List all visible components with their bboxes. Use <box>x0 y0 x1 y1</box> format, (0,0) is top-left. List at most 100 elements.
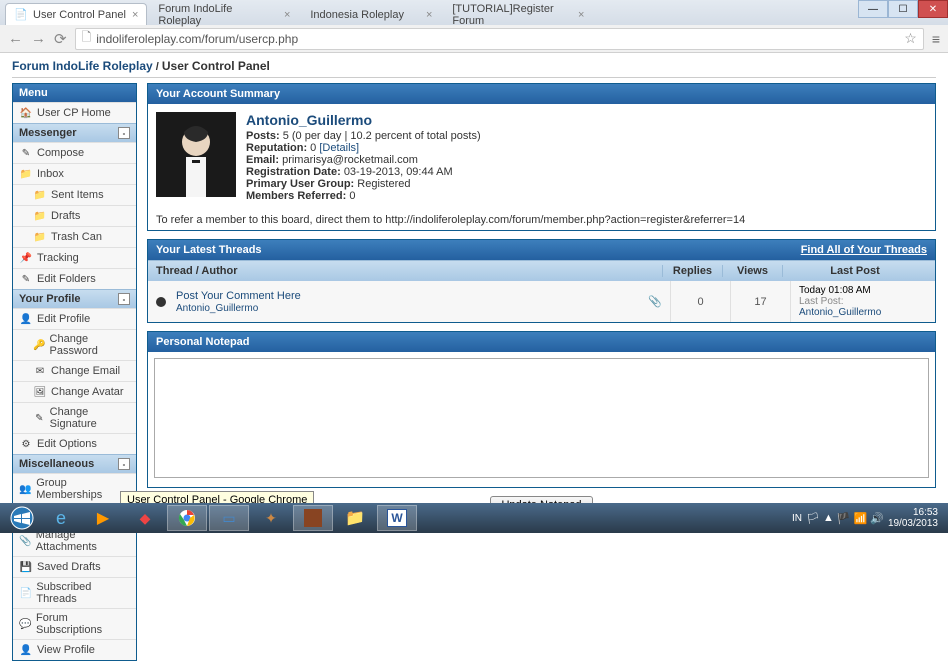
thread-row: Post Your Comment Here Antonio_Guillermo… <box>148 281 935 322</box>
sidebar-item-change-avatar[interactable]: 🖼Change Avatar <box>13 381 136 402</box>
account-summary-panel: Your Account Summary Antonio_Guillermo P… <box>147 83 936 231</box>
sidebar-section-profile[interactable]: Your Profile- <box>13 289 136 308</box>
forward-button[interactable]: → <box>31 30 46 47</box>
folder-icon: 📁 <box>33 230 47 244</box>
bookmark-star-icon[interactable]: ☆ <box>904 30 917 47</box>
page-favicon: 📄 <box>14 8 28 22</box>
window-close-button[interactable]: ✕ <box>918 0 948 18</box>
sidebar-item-edit-options[interactable]: ⚙Edit Options <box>13 433 136 454</box>
taskbar-word[interactable]: W <box>377 505 417 531</box>
personal-notepad-panel: Personal Notepad <box>147 331 936 488</box>
browser-tab[interactable]: Forum IndoLife Roleplay × <box>149 3 299 25</box>
tray-flag-icon[interactable]: 🏳 <box>806 512 820 525</box>
user-icon: 👤 <box>19 643 33 657</box>
sidebar-item-usercp-home[interactable]: 🏠User CP Home <box>13 102 136 123</box>
sidebar-item-inbox[interactable]: 📁Inbox <box>13 163 136 184</box>
globe-icon: 🗋 <box>82 28 92 49</box>
close-tab-icon[interactable]: × <box>126 9 138 21</box>
username-link[interactable]: Antonio_Guillermo <box>246 112 481 128</box>
edit-icon: ✎ <box>19 272 33 286</box>
col-last-post: Last Post <box>782 265 927 277</box>
mail-icon: ✉ <box>33 364 47 378</box>
window-maximize-button[interactable]: ☐ <box>888 0 918 18</box>
close-tab-icon[interactable]: × <box>420 9 432 21</box>
breadcrumb-root-link[interactable]: Forum IndoLife Roleplay <box>12 59 153 73</box>
tray-network-icon[interactable]: 📶 <box>854 512 868 525</box>
thread-last-post: Today 01:08 AM Last Post: Antonio_Guille… <box>790 281 935 322</box>
panel-header: Personal Notepad <box>148 332 935 352</box>
collapse-icon[interactable]: - <box>118 127 130 139</box>
sidebar-item-trash[interactable]: 📁Trash Can <box>13 226 136 247</box>
clip-icon: 📎 <box>19 534 32 548</box>
thread-icon: 📄 <box>19 586 32 600</box>
sidebar-item-group-memberships[interactable]: 👥Group Memberships <box>13 473 136 504</box>
breadcrumb-separator: / <box>156 61 159 73</box>
gear-icon: ⚙ <box>19 437 33 451</box>
browser-tab[interactable]: [TUTORIAL]Register Forum × <box>443 3 593 25</box>
sidebar-item-edit-folders[interactable]: ✎Edit Folders <box>13 268 136 289</box>
taskbar-app-3[interactable]: ✦ <box>251 505 291 531</box>
sidebar-item-forum-subscriptions[interactable]: 💬Forum Subscriptions <box>13 608 136 639</box>
language-indicator[interactable]: IN <box>792 513 802 524</box>
close-tab-icon[interactable]: × <box>278 9 290 21</box>
thread-title-link[interactable]: Post Your Comment Here <box>176 290 301 302</box>
reload-button[interactable]: ⟳ <box>54 30 67 48</box>
tray-notification-icon[interactable]: ▲ <box>823 512 834 525</box>
browser-tab[interactable]: Indonesia Roleplay × <box>301 3 441 25</box>
collapse-icon[interactable]: - <box>118 293 130 305</box>
sidebar-item-view-profile[interactable]: 👤View Profile <box>13 639 136 660</box>
sidebar-item-change-email[interactable]: ✉Change Email <box>13 360 136 381</box>
back-button[interactable]: ← <box>8 30 23 47</box>
key-icon: 🔑 <box>33 338 46 352</box>
tray-volume-icon[interactable]: 🔊 <box>870 512 884 525</box>
sidebar-item-subscribed-threads[interactable]: 📄Subscribed Threads <box>13 577 136 608</box>
last-post-author-link[interactable]: Antonio_Guillermo <box>799 307 881 318</box>
account-summary-text: Antonio_Guillermo Posts: 5 (0 per day | … <box>246 112 481 202</box>
notepad-textarea[interactable] <box>154 358 929 478</box>
panel-header: Your Latest Threads Find All of Your Thr… <box>148 240 935 260</box>
taskbar-explorer[interactable]: 📁 <box>335 505 375 531</box>
url-input[interactable]: 🗋 indoliferoleplay.com/forum/usercp.php … <box>75 28 924 50</box>
folder-icon: 📁 <box>33 209 47 223</box>
sidebar-item-change-signature[interactable]: ✎Change Signature <box>13 402 136 433</box>
tab-title: Forum IndoLife Roleplay <box>158 3 278 27</box>
group-icon: 👥 <box>19 482 32 496</box>
folder-icon: 📁 <box>19 167 33 181</box>
sidebar-item-sent[interactable]: 📁Sent Items <box>13 184 136 205</box>
windows-taskbar: e ▶ ◆ ▭ ✦ 📁 W IN 🏳 ▲ 🏴 📶 🔊 16:53 19/03/2… <box>0 503 948 533</box>
profile-icon: 👤 <box>19 312 33 326</box>
col-replies: Replies <box>662 265 722 277</box>
find-all-threads-link[interactable]: Find All of Your Threads <box>801 244 927 256</box>
chrome-menu-icon[interactable]: ≡ <box>932 31 940 47</box>
collapse-icon[interactable]: - <box>118 458 130 470</box>
sidebar-item-tracking[interactable]: 📌Tracking <box>13 247 136 268</box>
taskbar-clock[interactable]: 16:53 19/03/2013 <box>888 507 938 529</box>
sidebar-section-misc[interactable]: Miscellaneous- <box>13 454 136 473</box>
taskbar-ie[interactable]: e <box>41 505 81 531</box>
taskbar-chrome[interactable] <box>167 505 207 531</box>
pin-icon: 📌 <box>19 251 33 265</box>
tray-action-center-icon[interactable]: 🏴 <box>837 512 851 525</box>
sidebar-menu-header: Menu <box>13 84 136 102</box>
save-icon: 💾 <box>19 560 33 574</box>
reputation-details-link[interactable]: [Details] <box>319 142 359 154</box>
sidebar-item-edit-profile[interactable]: 👤Edit Profile <box>13 308 136 329</box>
home-icon: 🏠 <box>19 106 33 120</box>
sidebar-item-change-password[interactable]: 🔑Change Password <box>13 329 136 360</box>
taskbar-media-player[interactable]: ▶ <box>83 505 123 531</box>
taskbar-app-2[interactable]: ▭ <box>209 505 249 531</box>
sidebar-item-compose[interactable]: ✎Compose <box>13 142 136 163</box>
sidebar-item-saved-drafts[interactable]: 💾Saved Drafts <box>13 556 136 577</box>
close-tab-icon[interactable]: × <box>572 9 584 21</box>
thread-views: 17 <box>730 281 790 322</box>
referral-text: To refer a member to this board, direct … <box>148 210 935 230</box>
thread-author-link[interactable]: Antonio_Guillermo <box>176 303 258 314</box>
url-text: indoliferoleplay.com/forum/usercp.php <box>96 32 298 46</box>
sidebar-item-drafts[interactable]: 📁Drafts <box>13 205 136 226</box>
start-button[interactable] <box>4 505 40 531</box>
taskbar-app-4[interactable] <box>293 505 333 531</box>
browser-tab-active[interactable]: 📄 User Control Panel × <box>5 3 147 25</box>
taskbar-app[interactable]: ◆ <box>125 505 165 531</box>
sidebar-section-messenger[interactable]: Messenger- <box>13 123 136 142</box>
window-minimize-button[interactable]: — <box>858 0 888 18</box>
